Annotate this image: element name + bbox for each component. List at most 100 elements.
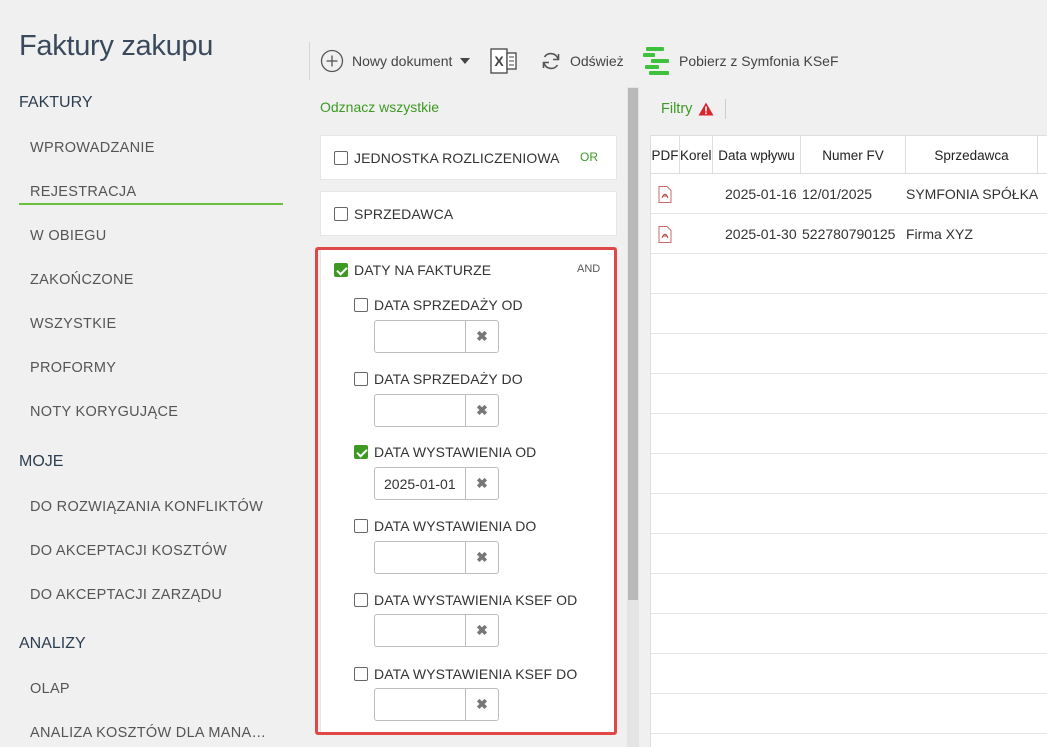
operator-or-toggle[interactable]: OR <box>580 150 598 164</box>
column-header-numer-fv[interactable]: Numer FV <box>801 136 906 174</box>
checkbox-checked[interactable] <box>334 263 348 277</box>
date-value[interactable] <box>375 615 466 646</box>
filter-label: SPRZEDAWCA <box>354 206 454 222</box>
table-row-empty <box>651 414 1047 454</box>
table-row-empty <box>651 454 1047 494</box>
table-row-empty <box>651 694 1047 734</box>
clear-icon[interactable]: ✖ <box>466 321 498 352</box>
filter-data-wystawienia-ksef-do[interactable]: DATA WYSTAWIENIA KSEF DO <box>354 666 577 682</box>
sidebar-item-rejestracja[interactable]: REJESTRACJA <box>30 184 136 200</box>
filter-label: DATA SPRZEDAŻY OD <box>374 297 523 313</box>
sidebar-item-noty-korygujace[interactable]: NOTY KORYGUJĄCE <box>30 404 178 420</box>
filter-daty-na-fakturze[interactable]: DATY NA FAKTURZE <box>334 262 491 278</box>
sidebar-item-proformy[interactable]: PROFORMY <box>30 360 116 376</box>
cell-numer-fv: 12/01/2025 <box>802 186 873 202</box>
plus-circle-icon <box>320 49 344 73</box>
nav-section-analizy: ANALIZY <box>19 635 86 652</box>
download-ksef-label: Pobierz z Symfonia KSeF <box>679 53 839 69</box>
clear-icon[interactable]: ✖ <box>466 542 498 573</box>
new-document-label: Nowy dokument <box>352 53 453 69</box>
table-row-empty <box>651 534 1047 574</box>
date-input-wystawienia-od[interactable]: 2025-01-01 ✖ <box>374 467 499 500</box>
table-row[interactable]: 2025-01-16 12/01/2025 SYMFONIA SPÓŁKA <box>651 174 1047 214</box>
scrollbar-thumb[interactable] <box>628 88 638 600</box>
deselect-all-link[interactable]: Odznacz wszystkie <box>320 99 439 115</box>
column-header-pdf[interactable]: PDF <box>651 136 680 174</box>
date-value[interactable] <box>375 689 466 720</box>
cell-sprzedawca: Firma XYZ <box>906 226 973 242</box>
filter-label: DATA WYSTAWIENIA KSEF OD <box>374 592 578 608</box>
cell-numer-fv: 522780790125 <box>802 226 896 242</box>
table-row-empty <box>651 374 1047 414</box>
checkbox[interactable] <box>354 593 368 607</box>
clear-icon[interactable]: ✖ <box>466 395 498 426</box>
page-title: Faktury zakupu <box>19 30 214 62</box>
checkbox[interactable] <box>354 298 368 312</box>
date-input-sprzedazy-od[interactable]: ✖ <box>374 320 499 353</box>
new-document-button[interactable]: Nowy dokument <box>320 44 471 78</box>
table-row-empty <box>651 574 1047 614</box>
clear-icon[interactable]: ✖ <box>466 689 498 720</box>
date-input-ksef-od[interactable]: ✖ <box>374 614 499 647</box>
filters-separator <box>725 99 726 119</box>
filter-label: JEDNOSTKA ROZLICZENIOWA <box>354 150 560 166</box>
filter-data-wystawienia-od[interactable]: DATA WYSTAWIENIA OD <box>354 444 536 460</box>
pdf-icon[interactable] <box>658 214 672 254</box>
filters-label: Filtry <box>661 101 693 117</box>
sidebar-item-do-akceptacji-kosztow[interactable]: DO AKCEPTACJI KOSZTÓW <box>30 543 227 559</box>
date-value[interactable] <box>375 321 466 352</box>
checkbox-checked[interactable] <box>354 445 368 459</box>
checkbox[interactable] <box>334 207 348 221</box>
cell-sprzedawca: SYMFONIA SPÓŁKA <box>906 186 1039 202</box>
sidebar-item-wszystkie[interactable]: WSZYSTKIE <box>30 316 117 332</box>
sidebar-item-do-rozwiazania-konfliktow[interactable]: DO ROZWIĄZANIA KONFLIKTÓW <box>30 499 263 515</box>
filter-data-sprzedazy-od[interactable]: DATA SPRZEDAŻY OD <box>354 297 523 313</box>
column-header-sprzedawca[interactable]: Sprzedawca <box>906 136 1038 174</box>
date-value[interactable]: 2025-01-01 <box>375 468 466 499</box>
table-row-empty <box>651 254 1047 294</box>
cell-data-wplywu: 2025-01-16 <box>725 186 797 202</box>
sidebar-item-wprowadzanie[interactable]: WPROWADZANIE <box>30 140 155 156</box>
invoice-grid: PDF Korel Data wpływu Numer FV Sprzedawc… <box>650 135 1047 747</box>
table-row-empty <box>651 334 1047 374</box>
clear-icon[interactable]: ✖ <box>466 468 498 499</box>
table-row-empty <box>651 494 1047 534</box>
sidebar-item-olap[interactable]: OLAP <box>30 681 70 697</box>
filter-label: DATA WYSTAWIENIA OD <box>374 444 537 460</box>
toolbar-separator <box>309 42 310 80</box>
date-input-wystawienia-do[interactable]: ✖ <box>374 541 499 574</box>
checkbox[interactable] <box>334 151 348 165</box>
filters-toggle[interactable]: Filtry <box>661 101 714 117</box>
clear-icon[interactable]: ✖ <box>466 615 498 646</box>
filter-data-sprzedazy-do[interactable]: DATA SPRZEDAŻY DO <box>354 371 523 387</box>
date-value[interactable] <box>375 395 466 426</box>
active-item-underline <box>19 203 283 205</box>
sidebar-item-do-akceptacji-zarzadu[interactable]: DO AKCEPTACJI ZARZĄDU <box>30 587 222 603</box>
column-header-korekta[interactable]: Korel <box>680 136 713 174</box>
date-input-ksef-do[interactable]: ✖ <box>374 688 499 721</box>
filter-jednostka-rozliczeniowa[interactable]: JEDNOSTKA ROZLICZENIOWA <box>334 150 560 166</box>
filter-data-wystawienia-do[interactable]: DATA WYSTAWIENIA DO <box>354 518 536 534</box>
excel-icon: X <box>490 48 517 74</box>
warning-icon <box>698 102 714 116</box>
date-value[interactable] <box>375 542 466 573</box>
operator-and-toggle[interactable]: AND <box>577 263 600 275</box>
date-input-sprzedazy-do[interactable]: ✖ <box>374 394 499 427</box>
filter-sprzedawca[interactable]: SPRZEDAWCA <box>334 206 453 222</box>
refresh-label: Odśwież <box>570 53 624 69</box>
refresh-button[interactable]: Odśwież <box>540 44 624 78</box>
checkbox[interactable] <box>354 372 368 386</box>
filter-data-wystawienia-ksef-od[interactable]: DATA WYSTAWIENIA KSEF OD <box>354 592 577 608</box>
pdf-icon[interactable] <box>658 174 672 214</box>
nav-section-faktury: FAKTURY <box>19 94 93 111</box>
sidebar-item-w-obiegu[interactable]: W OBIEGU <box>30 228 107 244</box>
checkbox[interactable] <box>354 519 368 533</box>
sidebar-item-zakonczone[interactable]: ZAKOŃCZONE <box>30 272 134 288</box>
checkbox[interactable] <box>354 667 368 681</box>
download-ksef-button[interactable]: Pobierz z Symfonia KSeF <box>643 44 839 78</box>
caret-down-icon <box>460 58 471 64</box>
column-header-data-wplywu[interactable]: Data wpływu <box>713 136 801 174</box>
sidebar-item-analiza-kosztow[interactable]: ANALIZA KOSZTÓW DLA MANA… <box>30 725 266 741</box>
table-row[interactable]: 2025-01-30 522780790125 Firma XYZ <box>651 214 1047 254</box>
excel-export-button[interactable]: X <box>490 44 518 78</box>
